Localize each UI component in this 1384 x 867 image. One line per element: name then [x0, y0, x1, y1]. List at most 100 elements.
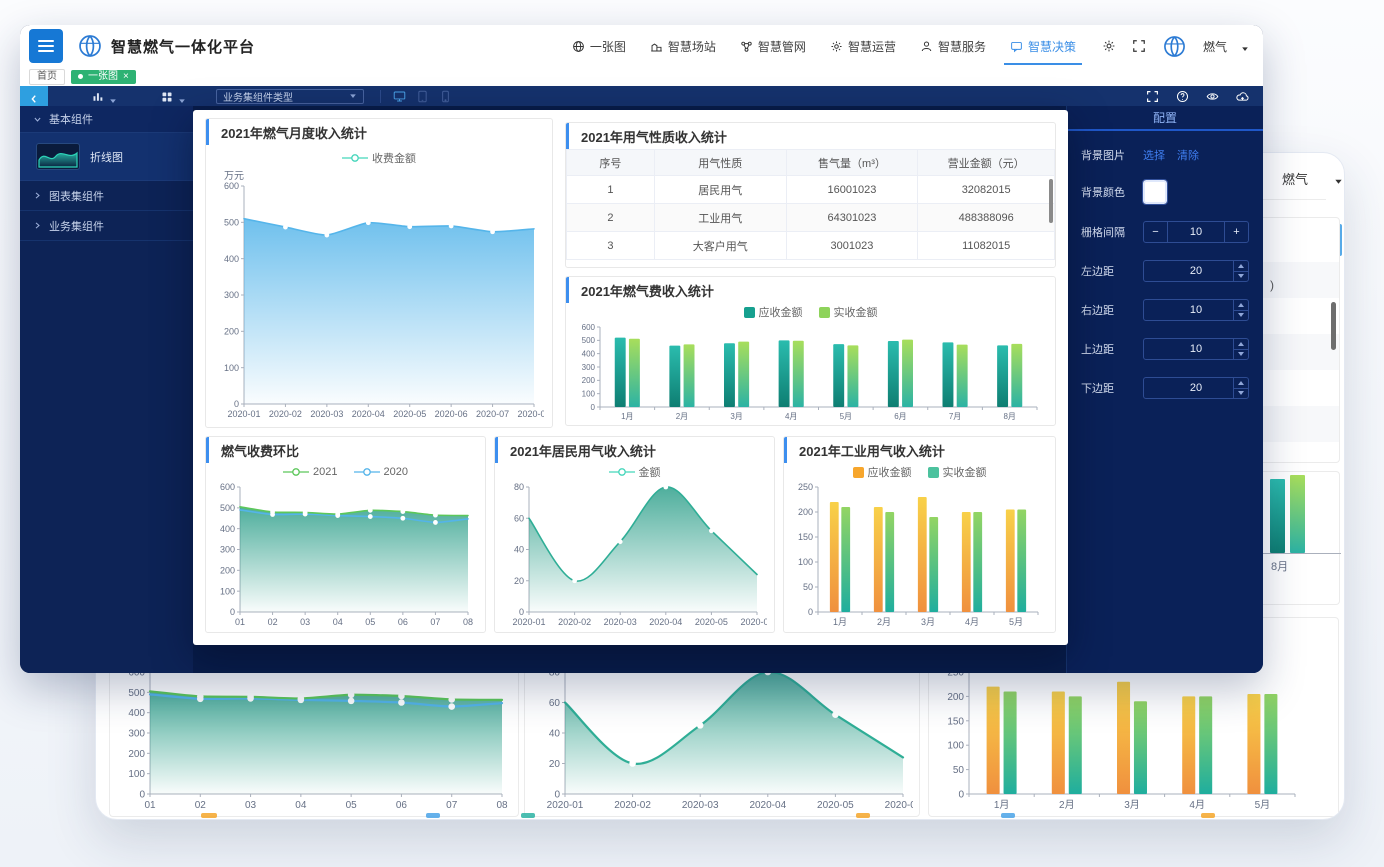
- bg-table-scrollbar[interactable]: [1331, 302, 1336, 350]
- legend-item[interactable]: 应收金额: [853, 464, 912, 480]
- bg-org-switcher[interactable]: 燃气: [1282, 169, 1343, 188]
- clear-image-link[interactable]: 清除: [1177, 147, 1199, 163]
- close-icon[interactable]: ×: [123, 71, 129, 83]
- grid-gap-value[interactable]: 10: [1168, 222, 1224, 242]
- spin-down[interactable]: [1234, 350, 1248, 360]
- spin-down[interactable]: [1234, 272, 1248, 282]
- save-cloud-icon[interactable]: [1236, 90, 1249, 103]
- org-switcher[interactable]: 燃气: [1203, 38, 1249, 55]
- chart-card-mom: 燃气收费环比 20212020 010020030040050060001020…: [205, 436, 486, 633]
- svg-text:200: 200: [582, 376, 596, 385]
- legend-item[interactable]: 应收金额: [744, 304, 803, 320]
- svg-text:200: 200: [947, 692, 964, 703]
- settings-gear-icon[interactable]: [1102, 39, 1116, 53]
- spin-down[interactable]: [1234, 311, 1248, 321]
- svg-text:100: 100: [128, 769, 145, 780]
- collapse-sidebar-button[interactable]: [20, 86, 48, 106]
- layout-grid-menu[interactable]: [161, 90, 186, 102]
- spin-up[interactable]: [1234, 378, 1248, 389]
- globe-icon: [572, 40, 585, 53]
- sidebar-section-business[interactable]: 业务集组件: [20, 211, 193, 241]
- table-row: 2工业用气64301023488388096: [567, 204, 1055, 232]
- tablet-icon[interactable]: [416, 90, 429, 103]
- svg-text:100: 100: [947, 741, 964, 752]
- sidebar-item-line-chart[interactable]: 折线图: [20, 132, 193, 181]
- nav-item-stations[interactable]: 智慧场站: [650, 25, 716, 67]
- margin-top-input[interactable]: 10: [1143, 338, 1249, 360]
- table-cell: 64301023: [786, 204, 918, 232]
- svg-text:0: 0: [234, 399, 239, 409]
- hamburger-menu-button[interactable]: [29, 29, 63, 63]
- sidebar-section-basic[interactable]: 基本组件: [20, 106, 193, 132]
- active-dot: [78, 74, 83, 79]
- nav-item-pipeline[interactable]: 智慧管网: [740, 25, 806, 67]
- grid-icon: [161, 90, 173, 102]
- legend-item[interactable]: 2021: [283, 466, 337, 478]
- spin-down[interactable]: [1234, 389, 1248, 399]
- chart-title: 2021年用气性质收入统计: [566, 123, 1055, 149]
- nav-item-operations[interactable]: 智慧运营: [830, 25, 896, 67]
- svg-text:5月: 5月: [1009, 617, 1023, 627]
- svg-text:200: 200: [220, 565, 235, 575]
- chart-title: 2021年燃气费收入统计: [566, 277, 1055, 303]
- nav-item-decision[interactable]: 智慧决策: [1010, 25, 1076, 67]
- table-header-cell: 售气量（m³）: [786, 150, 918, 176]
- table-cell: 488388096: [918, 204, 1055, 232]
- network-icon: [740, 40, 753, 53]
- fullscreen-icon[interactable]: [1146, 90, 1159, 103]
- area-chart: 0204060802020-012020-022020-032020-04202…: [525, 666, 919, 820]
- margin-right-value: 10: [1190, 304, 1202, 316]
- margin-right-input[interactable]: 10: [1143, 299, 1249, 321]
- chevron-down-icon: [109, 92, 117, 100]
- svg-text:0: 0: [230, 607, 235, 617]
- tab-home[interactable]: 首页: [29, 69, 65, 85]
- legend-line-marker: [609, 467, 635, 477]
- nav-item-one-map[interactable]: 一张图: [572, 25, 626, 67]
- margin-left-input[interactable]: 20: [1143, 260, 1249, 282]
- desktop-icon[interactable]: [393, 90, 406, 103]
- spin-up[interactable]: [1234, 300, 1248, 311]
- svg-text:08: 08: [463, 617, 473, 627]
- legend-item[interactable]: 收费金额: [342, 150, 416, 166]
- help-icon[interactable]: [1176, 90, 1189, 103]
- margin-bottom-value: 20: [1190, 382, 1202, 394]
- svg-text:300: 300: [220, 545, 235, 555]
- legend-item[interactable]: 实收金额: [928, 464, 987, 480]
- increment-button[interactable]: +: [1224, 222, 1248, 242]
- table-cell: 1: [567, 176, 655, 204]
- legend-fragment: [856, 813, 870, 818]
- svg-text:300: 300: [582, 363, 596, 372]
- config-label: 右边距: [1081, 302, 1143, 318]
- svg-text:150: 150: [798, 532, 813, 542]
- table-scrollbar[interactable]: [1049, 179, 1053, 223]
- legend-line-marker: [283, 467, 309, 477]
- legend-fragment: [521, 813, 535, 818]
- decrement-button[interactable]: −: [1144, 222, 1168, 242]
- margin-bottom-input[interactable]: 20: [1143, 377, 1249, 399]
- preview-eye-icon[interactable]: [1206, 90, 1219, 103]
- svg-text:2月: 2月: [877, 617, 891, 627]
- spin-up[interactable]: [1234, 261, 1248, 272]
- chart-card-res: 2021年居民用气收入统计 金额 0204060802020-012020-02…: [494, 436, 775, 633]
- tab-one-map-active[interactable]: 一张图 ×: [71, 70, 136, 84]
- fullscreen-icon[interactable]: [1132, 39, 1146, 53]
- chevron-down-icon[interactable]: [1334, 174, 1343, 183]
- bg-color-swatch[interactable]: [1143, 180, 1167, 204]
- nav-item-services[interactable]: 智慧服务: [920, 25, 986, 67]
- config-label: 背景图片: [1081, 147, 1143, 163]
- legend-item[interactable]: 实收金额: [819, 304, 878, 320]
- spin-up[interactable]: [1234, 339, 1248, 350]
- phone-icon[interactable]: [439, 90, 452, 103]
- legend-item[interactable]: 金额: [609, 464, 661, 480]
- primary-nav: 一张图 智慧场站 智慧管网 智慧运营 智慧服务: [572, 25, 1076, 67]
- svg-text:400: 400: [128, 708, 145, 719]
- table-cell: 大客户用气: [654, 232, 786, 260]
- sidebar-section-chartsets[interactable]: 图表集组件: [20, 181, 193, 211]
- nav-item-label: 智慧决策: [1028, 38, 1076, 55]
- select-image-link[interactable]: 选择: [1143, 147, 1165, 163]
- legend-item[interactable]: 2020: [354, 466, 408, 478]
- config-row-margin-right: 右边距 10: [1081, 299, 1249, 321]
- chart-type-menu[interactable]: [92, 90, 117, 102]
- component-type-select[interactable]: 业务集组件类型: [216, 89, 364, 104]
- svg-text:0: 0: [808, 607, 813, 617]
